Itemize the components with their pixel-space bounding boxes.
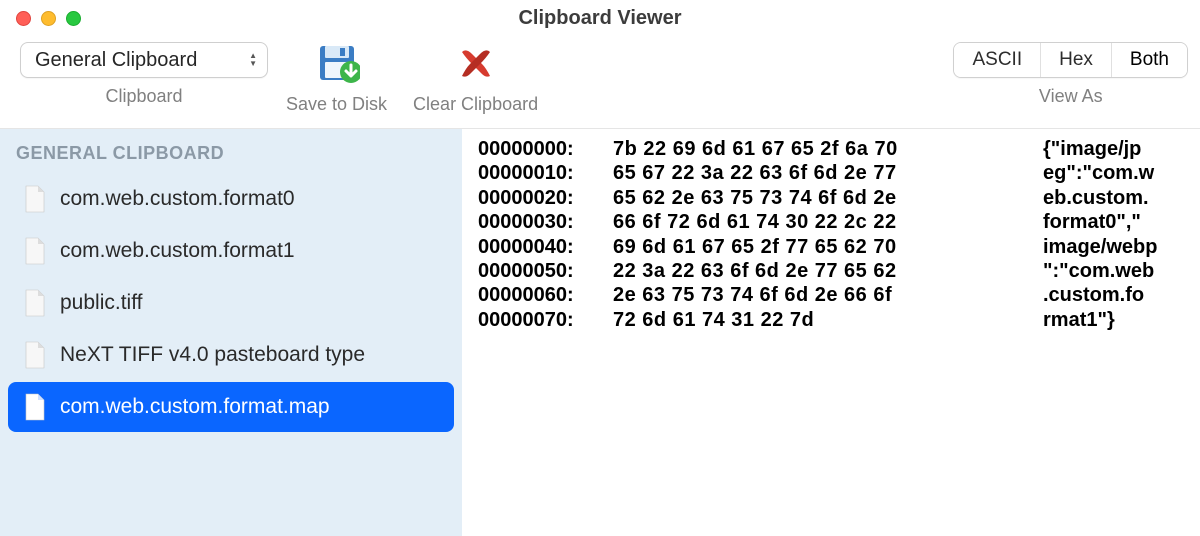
clear-clipboard-button[interactable]: [448, 42, 504, 86]
titlebar: Clipboard Viewer: [0, 0, 1200, 36]
clear-x-icon: [456, 44, 496, 84]
hex-ascii: .custom.fo: [1043, 283, 1144, 307]
hex-ascii: {"image/jp: [1043, 137, 1141, 161]
hex-offset: 00000070:: [478, 308, 613, 332]
sidebar: GENERAL CLIPBOARD com.web.custom.format0…: [0, 129, 462, 536]
file-icon: [24, 341, 46, 369]
hex-row: 00000020:65 62 2e 63 75 73 74 6f 6d 2eeb…: [478, 186, 1184, 210]
sidebar-item-label: NeXT TIFF v4.0 pasteboard type: [60, 343, 365, 367]
hex-row: 00000070:72 6d 61 74 31 22 7d rmat1"}: [478, 308, 1184, 332]
clipboard-dropdown[interactable]: General Clipboard ▲▼: [20, 42, 268, 78]
hex-ascii: eb.custom.: [1043, 186, 1149, 210]
clipboard-dropdown-value: General Clipboard: [35, 49, 197, 72]
file-icon: [24, 393, 46, 421]
hex-offset: 00000000:: [478, 137, 613, 161]
hex-ascii: format0",": [1043, 210, 1141, 234]
floppy-save-icon: [314, 42, 360, 86]
hex-row: 00000030:66 6f 72 6d 61 74 30 22 2c 22fo…: [478, 210, 1184, 234]
minimize-window-button[interactable]: [41, 11, 56, 26]
viewas-group-label: View As: [1039, 86, 1103, 107]
sidebar-item-label: com.web.custom.format1: [60, 239, 295, 263]
hexdump-content: 00000000:7b 22 69 6d 61 67 65 2f 6a 70{"…: [462, 129, 1200, 536]
clear-group: Clear Clipboard: [413, 42, 538, 115]
sidebar-item[interactable]: public.tiff: [8, 278, 454, 328]
hex-bytes: 65 67 22 3a 22 63 6f 6d 2e 77: [613, 161, 1043, 185]
sidebar-item[interactable]: com.web.custom.format1: [8, 226, 454, 276]
viewas-ascii[interactable]: ASCII: [954, 43, 1041, 77]
viewas-both[interactable]: Both: [1112, 43, 1187, 77]
hex-bytes: 22 3a 22 63 6f 6d 2e 77 65 62: [613, 259, 1043, 283]
clear-group-label: Clear Clipboard: [413, 94, 538, 115]
hex-row: 00000050:22 3a 22 63 6f 6d 2e 77 65 62":…: [478, 259, 1184, 283]
hex-bytes: 66 6f 72 6d 61 74 30 22 2c 22: [613, 210, 1043, 234]
hex-ascii: image/webp: [1043, 235, 1157, 259]
toolbar: General Clipboard ▲▼ Clipboard Save to D…: [0, 36, 1200, 128]
sidebar-item[interactable]: com.web.custom.format.map: [8, 382, 454, 432]
traffic-lights: [16, 11, 81, 26]
hex-row: 00000010:65 67 22 3a 22 63 6f 6d 2e 77eg…: [478, 161, 1184, 185]
hex-bytes: 69 6d 61 67 65 2f 77 65 62 70: [613, 235, 1043, 259]
hex-ascii: eg":"com.w: [1043, 161, 1154, 185]
hex-ascii: ":"com.web: [1043, 259, 1154, 283]
hex-offset: 00000030:: [478, 210, 613, 234]
zoom-window-button[interactable]: [66, 11, 81, 26]
sidebar-item[interactable]: NeXT TIFF v4.0 pasteboard type: [8, 330, 454, 380]
hex-offset: 00000020:: [478, 186, 613, 210]
viewas-segmented: ASCII Hex Both: [953, 42, 1188, 78]
file-icon: [24, 185, 46, 213]
save-to-disk-button[interactable]: [309, 42, 365, 86]
hex-row: 00000000:7b 22 69 6d 61 67 65 2f 6a 70{"…: [478, 137, 1184, 161]
file-icon: [24, 237, 46, 265]
hex-bytes: 2e 63 75 73 74 6f 6d 2e 66 6f: [613, 283, 1043, 307]
hex-ascii: rmat1"}: [1043, 308, 1115, 332]
clipboard-selector-group: General Clipboard ▲▼ Clipboard: [12, 42, 276, 107]
sidebar-item-label: com.web.custom.format.map: [60, 395, 330, 419]
hex-offset: 00000010:: [478, 161, 613, 185]
viewas-group: ASCII Hex Both View As: [953, 42, 1188, 107]
save-group-label: Save to Disk: [286, 94, 387, 115]
hex-row: 00000060:2e 63 75 73 74 6f 6d 2e 66 6f.c…: [478, 283, 1184, 307]
hex-offset: 00000060:: [478, 283, 613, 307]
main: GENERAL CLIPBOARD com.web.custom.format0…: [0, 128, 1200, 536]
sidebar-item-label: com.web.custom.format0: [60, 187, 295, 211]
save-group: Save to Disk: [286, 42, 387, 115]
file-icon: [24, 289, 46, 317]
hex-bytes: 65 62 2e 63 75 73 74 6f 6d 2e: [613, 186, 1043, 210]
hex-bytes: 72 6d 61 74 31 22 7d: [613, 308, 1043, 332]
sidebar-header: GENERAL CLIPBOARD: [0, 139, 462, 172]
dropdown-arrows-icon: ▲▼: [249, 52, 257, 68]
viewas-hex[interactable]: Hex: [1041, 43, 1112, 77]
hex-row: 00000040:69 6d 61 67 65 2f 77 65 62 70im…: [478, 235, 1184, 259]
window-title: Clipboard Viewer: [0, 7, 1200, 30]
close-window-button[interactable]: [16, 11, 31, 26]
hex-offset: 00000050:: [478, 259, 613, 283]
sidebar-item-label: public.tiff: [60, 291, 143, 315]
hex-bytes: 7b 22 69 6d 61 67 65 2f 6a 70: [613, 137, 1043, 161]
clipboard-group-label: Clipboard: [105, 86, 182, 107]
sidebar-item[interactable]: com.web.custom.format0: [8, 174, 454, 224]
hex-offset: 00000040:: [478, 235, 613, 259]
